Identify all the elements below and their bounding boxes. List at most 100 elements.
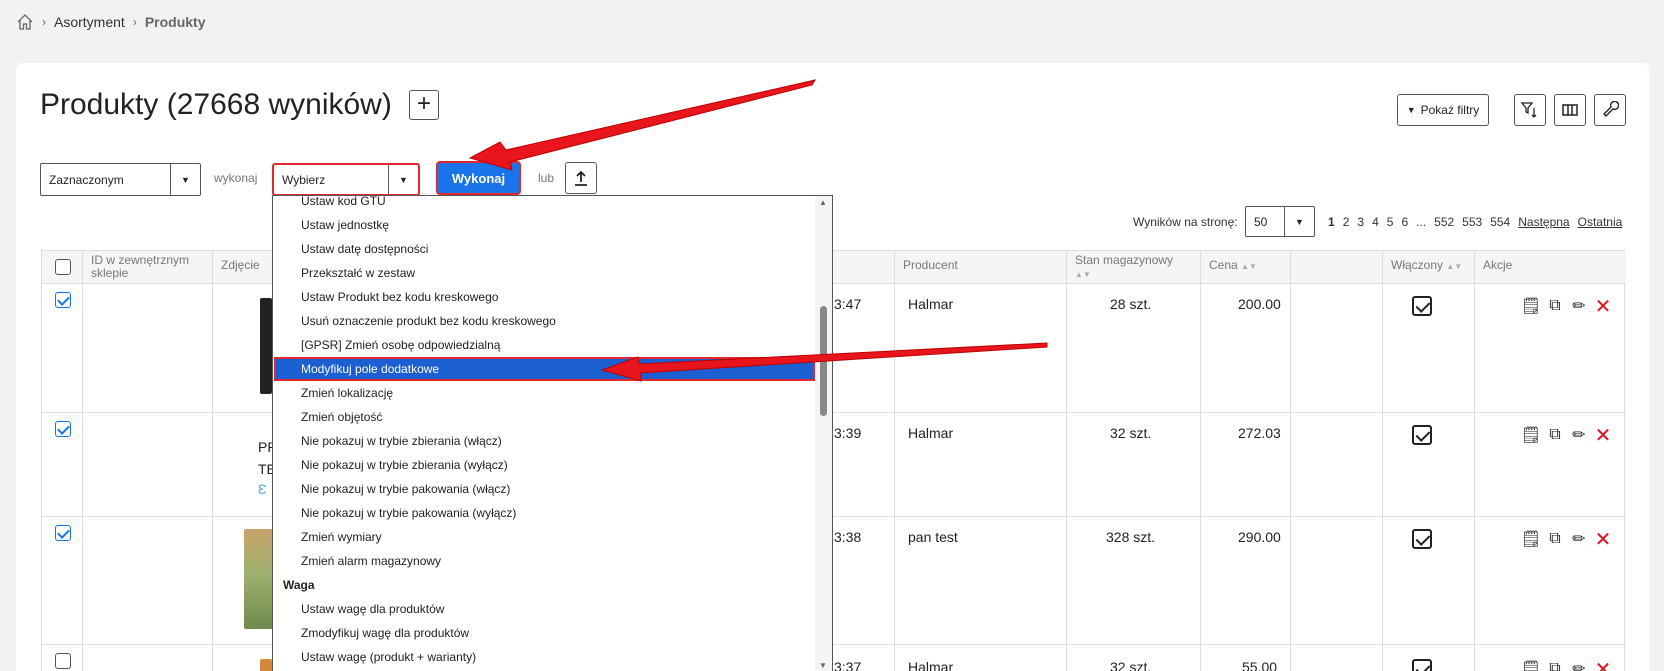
product-image-glyph: Ɛ xyxy=(258,481,267,497)
dropdown-option[interactable]: Zmień objętość xyxy=(274,405,815,429)
notes-icon[interactable]: 🗒 xyxy=(1521,529,1541,549)
page-link[interactable]: 4 xyxy=(1372,215,1379,229)
dropdown-option[interactable]: Ustaw wagę dla produktów xyxy=(274,597,815,621)
next-page-link[interactable]: Następna xyxy=(1518,215,1569,229)
row-price: 272.03 xyxy=(1238,425,1281,441)
header-stock[interactable]: Stan magazynowy ▲▼ xyxy=(1066,251,1200,284)
product-image[interactable] xyxy=(260,659,272,671)
page-link[interactable]: 5 xyxy=(1387,215,1394,229)
chevron-right-icon: › xyxy=(132,15,137,29)
row-checkbox[interactable] xyxy=(55,421,71,437)
row-producer: pan test xyxy=(908,529,958,545)
edit-pencil-icon[interactable]: ✏ xyxy=(1570,659,1588,671)
page-link[interactable]: 1 xyxy=(1328,215,1335,229)
dropdown-option[interactable]: Ustaw wagę (produkt + warianty) xyxy=(274,645,815,669)
dropdown-option[interactable]: [GPSR] Zmień osobę odpowiedzialną xyxy=(274,333,815,357)
dropdown-option[interactable]: Nie pokazuj w trybie zbierania (wyłącz) xyxy=(274,453,815,477)
column-divider xyxy=(212,251,213,671)
per-page-select[interactable]: 50 ▼ xyxy=(1245,206,1315,237)
page-link[interactable]: 2 xyxy=(1343,215,1350,229)
dropdown-option[interactable]: Zmień alarm magazynowy xyxy=(274,549,815,573)
page-link[interactable]: 3 xyxy=(1357,215,1364,229)
show-filters-label: Pokaż filtry xyxy=(1420,103,1480,117)
column-divider xyxy=(82,251,83,671)
dropdown-option[interactable]: Ustaw jednostkę xyxy=(274,213,815,237)
column-divider xyxy=(1066,251,1067,671)
delete-icon[interactable]: ✕ xyxy=(1594,659,1612,671)
notes-icon[interactable]: 🗒 xyxy=(1521,296,1541,316)
dropdown-option[interactable]: Przekształć w zestaw xyxy=(274,261,815,285)
delete-icon[interactable]: ✕ xyxy=(1594,425,1612,447)
dropdown-option[interactable]: Ustaw kod GTU xyxy=(274,196,815,213)
scroll-up-icon[interactable]: ▲ xyxy=(819,198,827,207)
columns-button[interactable] xyxy=(1554,94,1586,126)
row-enabled-check[interactable] xyxy=(1412,659,1432,671)
edit-pencil-icon[interactable]: ✏ xyxy=(1570,529,1588,549)
row-checkbox[interactable] xyxy=(55,653,71,669)
header-producer[interactable]: Producent xyxy=(894,251,1056,284)
scroll-down-icon[interactable]: ▼ xyxy=(819,661,827,670)
action-dropdown-list[interactable]: Ustaw wagę (produkt + warianty) Zmodyfiku… xyxy=(272,195,833,671)
dropdown-option[interactable]: Zmień lokalizację xyxy=(274,381,815,405)
page-link[interactable]: 554 xyxy=(1490,215,1510,229)
row-enabled-check[interactable] xyxy=(1412,296,1432,316)
row-time: 3:39 xyxy=(834,425,862,441)
dropdown-option[interactable]: Nie pokazuj w trybie pakowania (wyłącz) xyxy=(274,501,815,525)
last-page-link[interactable]: Ostatnia xyxy=(1578,215,1623,229)
dropdown-option[interactable]: Nie pokazuj w trybie pakowania (włącz) xyxy=(274,477,815,501)
page-link[interactable]: 553 xyxy=(1462,215,1482,229)
upload-button[interactable] xyxy=(565,162,597,194)
dropdown-option[interactable]: Ustaw Produkt bez kodu kreskowego xyxy=(274,285,815,309)
dropdown-option[interactable]: Zmień wymiary xyxy=(274,525,815,549)
copy-icon[interactable]: ⧉ xyxy=(1546,425,1564,445)
home-icon[interactable] xyxy=(16,13,34,31)
settings-wrench-button[interactable] xyxy=(1594,94,1626,126)
copy-icon[interactable]: ⧉ xyxy=(1546,296,1564,316)
dropdown-scrollbar[interactable]: ▲ ▼ xyxy=(815,196,832,671)
header-price-label: Cena xyxy=(1209,258,1238,272)
copy-icon[interactable]: ⧉ xyxy=(1546,659,1564,671)
row-checkbox[interactable] xyxy=(55,292,71,308)
row-checkbox[interactable] xyxy=(55,525,71,541)
edit-pencil-icon[interactable]: ✏ xyxy=(1570,425,1588,445)
row-enabled-check[interactable] xyxy=(1412,425,1432,445)
action-select[interactable]: Wybierz ▼ xyxy=(272,163,420,196)
dropdown-option[interactable]: Modyfikuj pole dodatkowe xyxy=(274,357,815,381)
chevron-down-icon: ▼ xyxy=(388,165,418,194)
breadcrumb-assortment[interactable]: Asortyment xyxy=(54,14,125,30)
header-stock-label: Stan magazynowy xyxy=(1075,253,1174,267)
notes-icon[interactable]: 🗒 xyxy=(1521,425,1541,445)
product-image[interactable] xyxy=(260,298,272,394)
caret-down-icon: ▼ xyxy=(1406,105,1416,115)
delete-icon[interactable]: ✕ xyxy=(1594,529,1612,551)
page-link[interactable]: 6 xyxy=(1401,215,1408,229)
column-divider xyxy=(1382,251,1383,671)
header-price[interactable]: Cena ▲▼ xyxy=(1200,251,1290,284)
dropdown-option[interactable]: Nie pokazuj w trybie zbierania (włącz) xyxy=(274,429,815,453)
row-enabled-check[interactable] xyxy=(1412,529,1432,549)
header-enabled[interactable]: Włączony ▲▼ xyxy=(1382,251,1474,284)
select-all-checkbox[interactable] xyxy=(55,259,71,275)
copy-icon[interactable]: ⧉ xyxy=(1546,529,1564,549)
delete-icon[interactable]: ✕ xyxy=(1594,296,1612,318)
dropdown-option[interactable]: Zmodyfikuj wagę dla produktów xyxy=(274,621,815,645)
scroll-thumb[interactable] xyxy=(820,306,827,416)
row-stock: 28 szt. xyxy=(1110,296,1152,312)
add-product-button[interactable]: + xyxy=(409,90,439,120)
header-empty xyxy=(1290,251,1382,284)
execute-button[interactable]: Wykonaj xyxy=(436,161,521,195)
header-external-id[interactable]: ID w zewnętrznym sklepie xyxy=(82,251,202,284)
notes-icon[interactable]: 🗒 xyxy=(1521,659,1541,671)
column-divider xyxy=(894,251,895,671)
sort-icon: ▲▼ xyxy=(1446,262,1463,271)
product-image[interactable] xyxy=(244,529,274,629)
show-filters-button[interactable]: ▼ Pokaż filtry xyxy=(1397,94,1489,126)
row-time: 3:38 xyxy=(834,529,862,545)
scope-select[interactable]: Zaznaczonym ▼ xyxy=(40,163,201,196)
dropdown-option[interactable]: Usuń oznaczenie produkt bez kodu kreskow… xyxy=(274,309,815,333)
filter-sort-button[interactable] xyxy=(1514,94,1546,126)
per-page-value: 50 xyxy=(1254,214,1268,229)
page-link[interactable]: 552 xyxy=(1434,215,1454,229)
dropdown-option[interactable]: Ustaw datę dostępności xyxy=(274,237,815,261)
edit-pencil-icon[interactable]: ✏ xyxy=(1570,296,1588,316)
